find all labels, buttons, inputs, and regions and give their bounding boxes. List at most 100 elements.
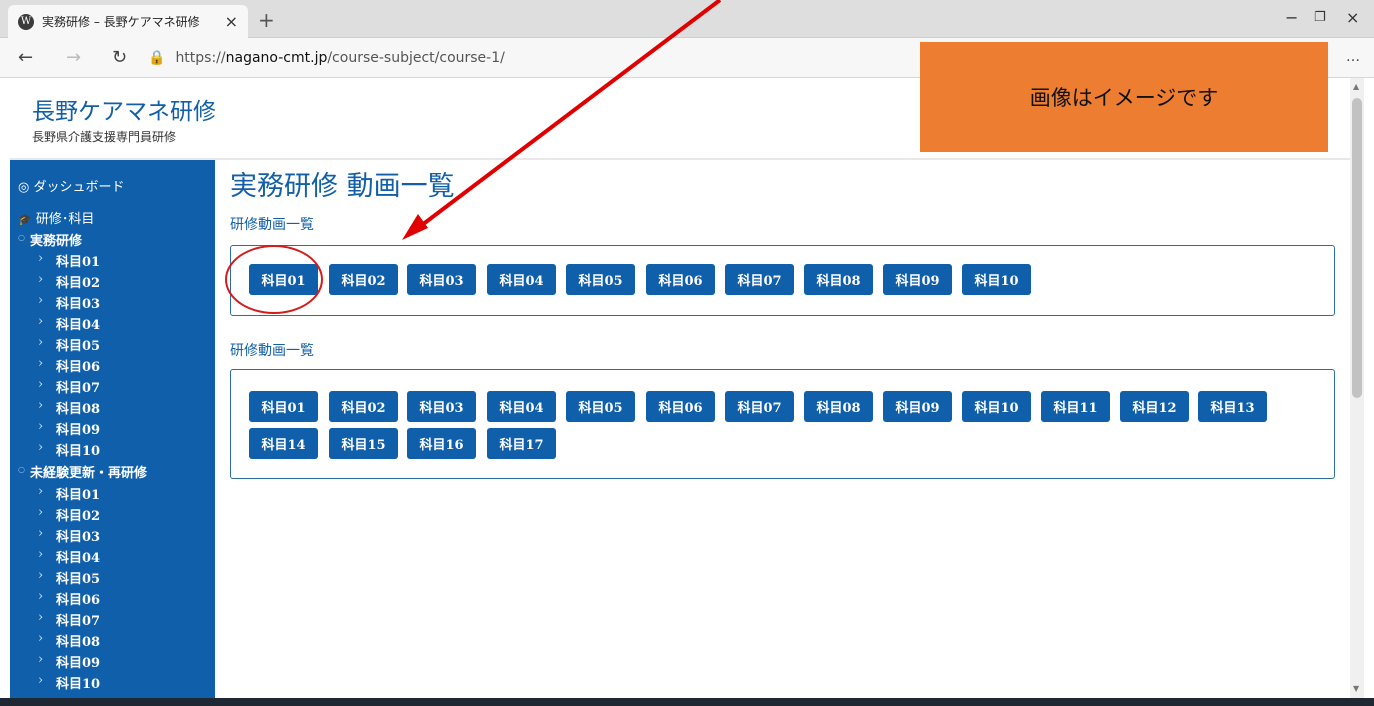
sidebar-item-g1-02[interactable]: › 科目02 bbox=[38, 272, 101, 291]
chevron-right-icon: › bbox=[38, 251, 44, 266]
sidebar-item-g2-06[interactable]: › 科目06 bbox=[38, 589, 100, 608]
chevron-right-icon: › bbox=[38, 356, 44, 371]
subject-button-01[interactable]: 科目01 bbox=[249, 391, 318, 422]
url-prefix: https:// bbox=[175, 50, 226, 66]
video-list-box-2: 科目01 科目02 科目03 科目04 科目05 科目06 科目07 科目08 … bbox=[230, 369, 1335, 479]
sidebar-item-courses[interactable]: 🎓 研修･科目 bbox=[18, 208, 94, 227]
subject-button-06[interactable]: 科目06 bbox=[646, 391, 715, 422]
sidebar-item-g2-05[interactable]: › 科目05 bbox=[38, 568, 100, 587]
restore-icon[interactable]: ❐ bbox=[1314, 10, 1326, 25]
image-note-label: 画像はイメージです bbox=[920, 42, 1328, 152]
sidebar-item-g1-03[interactable]: › 科目03 bbox=[38, 293, 100, 312]
chevron-right-icon: › bbox=[38, 419, 44, 434]
subject-button-05[interactable]: 科目05 bbox=[566, 264, 635, 295]
sidebar-item-g1-10[interactable]: › 科目10 bbox=[38, 440, 100, 459]
sidebar-item-g2-01[interactable]: › 科目01 bbox=[38, 484, 100, 503]
scroll-up-icon[interactable]: ▲ bbox=[1353, 82, 1359, 91]
more-icon[interactable]: … bbox=[1346, 49, 1360, 65]
browser-tab[interactable]: W 実務研修 – 長野ケアマネ研修 × bbox=[8, 5, 248, 38]
url-path: /course-subject/course-1/ bbox=[327, 50, 505, 66]
chevron-right-icon: › bbox=[38, 440, 44, 455]
back-icon[interactable]: ← bbox=[18, 47, 33, 68]
minimize-icon[interactable]: − bbox=[1285, 8, 1298, 27]
sidebar-item-g2-02[interactable]: › 科目02 bbox=[38, 505, 100, 524]
sidebar-item-label: 科目07 bbox=[56, 381, 101, 396]
chevron-right-icon: › bbox=[38, 377, 44, 392]
sidebar-item-g1-06[interactable]: › 科目06 bbox=[38, 356, 100, 375]
chevron-right-icon: › bbox=[38, 335, 44, 350]
sidebar-item-g1-08[interactable]: › 科目08 bbox=[38, 398, 100, 417]
subject-button-11[interactable]: 科目11 bbox=[1041, 391, 1110, 422]
sidebar-item-g1-07[interactable]: › 科目07 bbox=[38, 377, 101, 396]
sidebar-item-label: 科目02 bbox=[56, 276, 101, 291]
subject-button-07[interactable]: 科目07 bbox=[725, 264, 794, 295]
sidebar-group-label: 未経験更新・再研修 bbox=[30, 466, 148, 481]
sidebar-item-g2-04[interactable]: › 科目04 bbox=[38, 547, 101, 566]
sidebar-item-g2-03[interactable]: › 科目03 bbox=[38, 526, 100, 545]
subject-button-02[interactable]: 科目02 bbox=[329, 391, 398, 422]
sidebar-item-dashboard[interactable]: ◎ ダッシュボード bbox=[18, 176, 125, 195]
arrow-head bbox=[402, 214, 428, 240]
subject-button-02[interactable]: 科目02 bbox=[329, 264, 398, 295]
subject-button-12[interactable]: 科目12 bbox=[1120, 391, 1189, 422]
chevron-right-icon: › bbox=[38, 272, 44, 287]
sidebar-item-label: 研修･科目 bbox=[35, 212, 95, 227]
new-tab-icon[interactable]: + bbox=[258, 8, 275, 32]
subject-button-07[interactable]: 科目07 bbox=[725, 391, 794, 422]
subject-button-08[interactable]: 科目08 bbox=[804, 264, 873, 295]
chevron-right-icon: › bbox=[38, 610, 44, 625]
subject-button-16[interactable]: 科目16 bbox=[407, 428, 476, 459]
sidebar-item-g2-07[interactable]: › 科目07 bbox=[38, 610, 100, 629]
video-list-box-1: 科目01 科目02 科目03 科目04 科目05 科目06 科目07 科目08 … bbox=[230, 245, 1335, 316]
bullet-icon: ○ bbox=[18, 464, 25, 474]
subject-button-14[interactable]: 科目14 bbox=[249, 428, 318, 459]
sidebar: ◎ ダッシュボード 🎓 研修･科目 ○ 実務研修 › 科目01 › 科目02 › 科目… bbox=[10, 160, 215, 706]
sidebar-group-label: 実務研修 bbox=[30, 234, 83, 249]
sidebar-item-g1-05[interactable]: › 科目05 bbox=[38, 335, 100, 354]
sidebar-item-g1-09[interactable]: › 科目09 bbox=[38, 419, 100, 438]
graduation-cap-icon: 🎓 bbox=[18, 213, 32, 226]
scrollbar-thumb[interactable] bbox=[1352, 98, 1362, 398]
subject-button-15[interactable]: 科目15 bbox=[329, 428, 398, 459]
section-title-1: 研修動画一覧 bbox=[230, 217, 314, 233]
sidebar-item-label: 科目04 bbox=[56, 318, 101, 333]
chevron-right-icon: › bbox=[38, 652, 44, 667]
subject-button-10[interactable]: 科目10 bbox=[962, 391, 1031, 422]
url-host: nagano-cmt.jp bbox=[225, 50, 328, 66]
subject-button-09[interactable]: 科目09 bbox=[883, 391, 952, 422]
subject-button-08[interactable]: 科目08 bbox=[804, 391, 873, 422]
subject-button-09[interactable]: 科目09 bbox=[883, 264, 952, 295]
bullet-icon: ○ bbox=[18, 232, 25, 242]
chevron-right-icon: › bbox=[38, 673, 44, 688]
subject-button-03[interactable]: 科目03 bbox=[407, 264, 476, 295]
subject-button-05[interactable]: 科目05 bbox=[566, 391, 635, 422]
close-window-icon[interactable]: × bbox=[1346, 8, 1359, 27]
site-brand[interactable]: 長野ケアマネ研修 bbox=[32, 92, 216, 126]
forward-icon[interactable]: → bbox=[66, 47, 81, 68]
sidebar-item-g2-10[interactable]: › 科目10 bbox=[38, 673, 100, 692]
chevron-right-icon: › bbox=[38, 568, 44, 583]
sidebar-group-jitsumu[interactable]: ○ 実務研修 bbox=[18, 230, 83, 249]
section-title-2: 研修動画一覧 bbox=[230, 343, 314, 359]
subject-button-04[interactable]: 科目04 bbox=[487, 264, 556, 295]
subject-button-03[interactable]: 科目03 bbox=[407, 391, 476, 422]
close-tab-icon[interactable]: × bbox=[225, 12, 238, 31]
lock-icon[interactable]: 🔒 bbox=[148, 50, 165, 66]
sidebar-group-mikeiken[interactable]: ○ 未経験更新・再研修 bbox=[18, 462, 148, 481]
site-subtitle: 長野県介護支援専門員研修 bbox=[32, 130, 177, 144]
page-scrollbar[interactable]: ▲ ▼ bbox=[1350, 78, 1364, 698]
subject-button-10[interactable]: 科目10 bbox=[962, 264, 1031, 295]
sidebar-item-g2-08[interactable]: › 科目08 bbox=[38, 631, 100, 650]
sidebar-item-g1-04[interactable]: › 科目04 bbox=[38, 314, 101, 333]
scroll-down-icon[interactable]: ▼ bbox=[1353, 684, 1359, 693]
subject-button-06[interactable]: 科目06 bbox=[646, 264, 715, 295]
refresh-icon[interactable]: ↻ bbox=[112, 47, 127, 68]
subject-button-17[interactable]: 科目17 bbox=[487, 428, 556, 459]
sidebar-item-g1-01[interactable]: › 科目01 bbox=[38, 251, 101, 270]
sidebar-item-label: 科目04 bbox=[56, 551, 101, 566]
subject-button-13[interactable]: 科目13 bbox=[1198, 391, 1267, 422]
chevron-right-icon: › bbox=[38, 293, 44, 308]
subject-button-04[interactable]: 科目04 bbox=[487, 391, 556, 422]
sidebar-item-label: 科目01 bbox=[56, 255, 101, 270]
sidebar-item-g2-09[interactable]: › 科目09 bbox=[38, 652, 100, 671]
